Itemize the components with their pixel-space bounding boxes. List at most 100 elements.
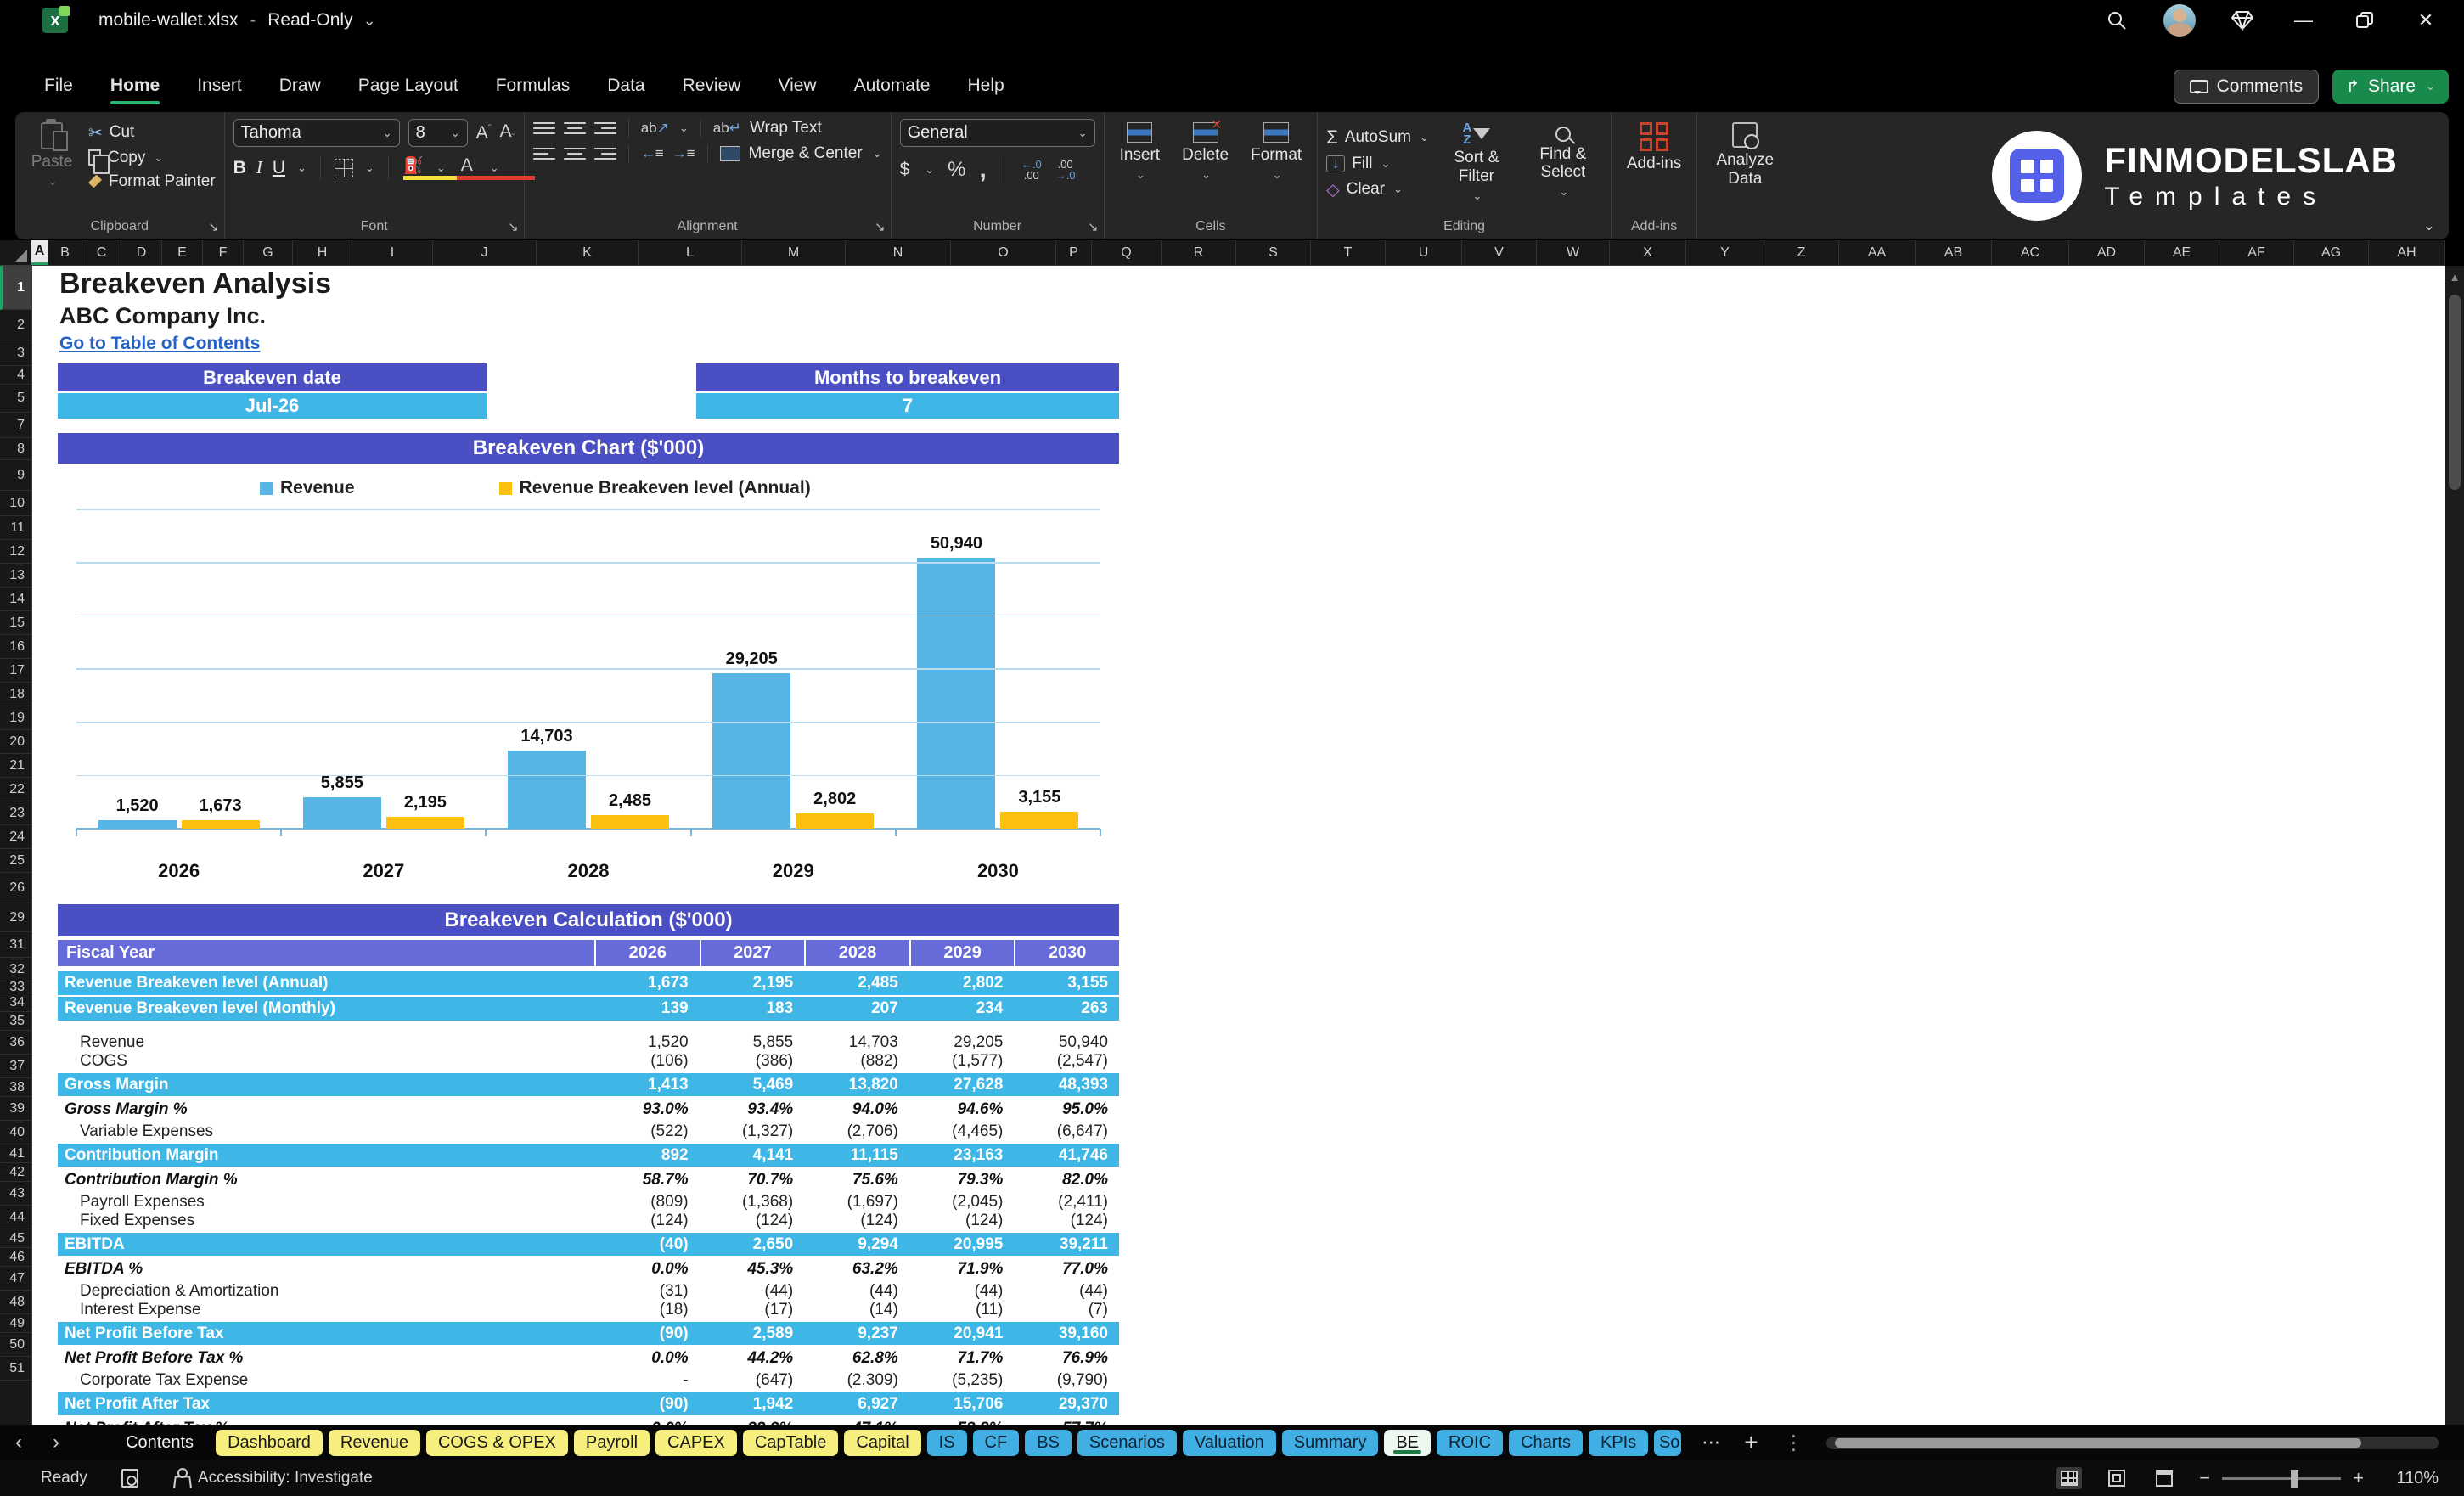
fill-button[interactable]: ↓ Fill ⌄	[1326, 155, 1429, 173]
row-header[interactable]: 16	[0, 635, 31, 659]
bold-button[interactable]: B	[233, 158, 246, 178]
row-value[interactable]: (647)	[700, 1371, 805, 1390]
chart-bar[interactable]	[385, 817, 464, 829]
row-value[interactable]: (386)	[700, 1052, 805, 1071]
row-header[interactable]: 7	[0, 413, 31, 438]
ribbon-tab[interactable]: Formulas	[494, 72, 572, 104]
table-row[interactable]: Net Profit Before Tax (90) 2,589 9,237 2…	[58, 1322, 1119, 1345]
column-header[interactable]: AH	[2369, 240, 2445, 265]
fiscal-year-cell[interactable]: 2030	[1014, 940, 1119, 966]
row-header[interactable]: 48	[0, 1291, 31, 1314]
row-header[interactable]: 29	[0, 903, 31, 932]
column-header[interactable]: I	[352, 240, 433, 265]
row-value[interactable]: 1,520	[594, 1033, 700, 1052]
zoom-out-button[interactable]: −	[2199, 1467, 2210, 1489]
row-header[interactable]: 9	[0, 460, 31, 491]
chart-plot[interactable]: 1,520 1,673 5,855 2,195 14,703 2,485 29,205 2,8…	[76, 509, 1101, 836]
row-header[interactable]: 19	[0, 706, 31, 730]
row-header[interactable]: 50	[0, 1333, 31, 1357]
ribbon-tab[interactable]: Review	[681, 72, 743, 104]
table-row[interactable]: Revenue Breakeven level (Monthly) 139 18…	[58, 997, 1119, 1021]
row-header[interactable]: 51	[0, 1357, 31, 1381]
decrease-indent-button[interactable]: ←≡	[641, 145, 664, 162]
fiscal-year-cell[interactable]: 2028	[804, 940, 909, 966]
merge-center-button[interactable]: Merge & Center	[749, 144, 863, 163]
copy-button[interactable]: Copy ⌄	[88, 149, 216, 174]
column-header[interactable]: W	[1537, 240, 1610, 265]
close-button[interactable]: ✕	[2411, 6, 2440, 35]
table-row[interactable]: Interest Expense (18) (17) (14) (11) (7)	[58, 1301, 1119, 1319]
row-value[interactable]: 2,589	[700, 1322, 805, 1345]
avatar[interactable]	[2163, 4, 2196, 37]
row-header[interactable]: 37	[0, 1055, 31, 1078]
addins-button[interactable]: Add-ins	[1620, 119, 1688, 177]
row-header[interactable]: 49	[0, 1314, 31, 1333]
sheet-tab[interactable]: COGS & OPEX	[425, 1429, 568, 1456]
decrease-font-button[interactable]: Aˇ	[500, 121, 515, 143]
row-value[interactable]: (14)	[804, 1301, 909, 1319]
row-header[interactable]: 3	[0, 340, 31, 366]
column-header[interactable]: AG	[2294, 240, 2369, 265]
row-value[interactable]: 11,115	[804, 1144, 909, 1167]
zoom-slider[interactable]	[2222, 1469, 2342, 1488]
column-header[interactable]: E	[162, 240, 203, 265]
row-value[interactable]: 50,940	[1014, 1033, 1119, 1052]
row-header[interactable]: 21	[0, 754, 31, 778]
row-value[interactable]	[1014, 1022, 1119, 1033]
row-value[interactable]: 41,746	[1014, 1144, 1119, 1167]
row-value[interactable]: (90)	[594, 1322, 700, 1345]
row-header[interactable]: 10	[0, 491, 31, 516]
row-value[interactable]: 29,370	[1014, 1392, 1119, 1415]
row-value[interactable]: 2,802	[909, 971, 1015, 995]
legend-item[interactable]: Revenue Breakeven level (Annual)	[498, 478, 811, 498]
accessibility-status[interactable]: Accessibility: Investigate	[172, 1468, 373, 1488]
sheet-tab[interactable]: Capital	[844, 1429, 921, 1456]
row-header[interactable]: 8	[0, 438, 31, 460]
row-header[interactable]: 45	[0, 1229, 31, 1248]
column-header[interactable]: G	[244, 240, 293, 265]
chart-bar[interactable]	[1000, 812, 1079, 829]
table-row[interactable]: Gross Margin 1,413 5,469 13,820 27,628 4…	[58, 1073, 1119, 1096]
row-value[interactable]: 15,706	[909, 1392, 1015, 1415]
chart-bar[interactable]	[917, 558, 996, 829]
row-value[interactable]: 5,855	[700, 1033, 805, 1052]
row-value[interactable]: 0.0%	[594, 1347, 700, 1369]
italic-button[interactable]: I	[256, 157, 262, 178]
row-value[interactable]	[594, 1022, 700, 1033]
horizontal-scrollbar[interactable]	[1825, 1436, 2439, 1449]
row-header[interactable]: 24	[0, 825, 31, 849]
clear-button[interactable]: ◇ Clear ⌄	[1326, 179, 1429, 200]
title-chevron-icon[interactable]: ⌄	[363, 12, 376, 30]
vertical-scrollbar[interactable]: ▲	[2445, 266, 2464, 1425]
column-header[interactable]: AE	[2145, 240, 2219, 265]
row-header[interactable]: 32	[0, 958, 31, 981]
autosum-button[interactable]: Σ AutoSum ⌄	[1326, 127, 1429, 149]
row-value[interactable]: (44)	[1014, 1282, 1119, 1301]
vertical-scroll-thumb[interactable]	[2449, 295, 2461, 490]
sheet-tab[interactable]: IS	[926, 1429, 967, 1456]
zoom-slider-thumb[interactable]	[2291, 1469, 2299, 1488]
ribbon-tab[interactable]: File	[42, 72, 75, 104]
comma-style-button[interactable]: ,	[980, 155, 987, 184]
row-header[interactable]: 14	[0, 588, 31, 611]
row-value[interactable]: 2,485	[804, 971, 909, 995]
new-sheet-button[interactable]: +	[1744, 1429, 1758, 1456]
font-dialog-launcher[interactable]: ↘	[508, 219, 519, 234]
row-value[interactable]: 95.0%	[1014, 1099, 1119, 1121]
number-format-select[interactable]: General ⌄	[899, 119, 1095, 147]
row-value[interactable]: (11)	[909, 1301, 1015, 1319]
row-value[interactable]: (522)	[594, 1122, 700, 1141]
row-header[interactable]: 33	[0, 980, 31, 994]
column-header[interactable]: AD	[2069, 240, 2145, 265]
row-value[interactable]: (17)	[700, 1301, 805, 1319]
row-value[interactable]: 0.0%	[594, 1258, 700, 1280]
scroll-up-icon[interactable]: ▲	[2445, 266, 2464, 284]
table-of-contents-link[interactable]: Go to Table of Contents	[59, 334, 260, 354]
row-header[interactable]: 41	[0, 1144, 31, 1163]
delete-cells-button[interactable]: Delete⌄	[1175, 116, 1235, 185]
table-row[interactable]: EBITDA % 0.0% 45.3% 63.2% 71.9% 77.0%	[58, 1258, 1119, 1280]
row-value[interactable]: 71.9%	[909, 1258, 1015, 1280]
chart-bar[interactable]	[98, 820, 177, 829]
table-row[interactable]: EBITDA (40) 2,650 9,294 20,995 39,211	[58, 1233, 1119, 1256]
sheet-options-icon[interactable]: ⋮	[1784, 1431, 1804, 1455]
